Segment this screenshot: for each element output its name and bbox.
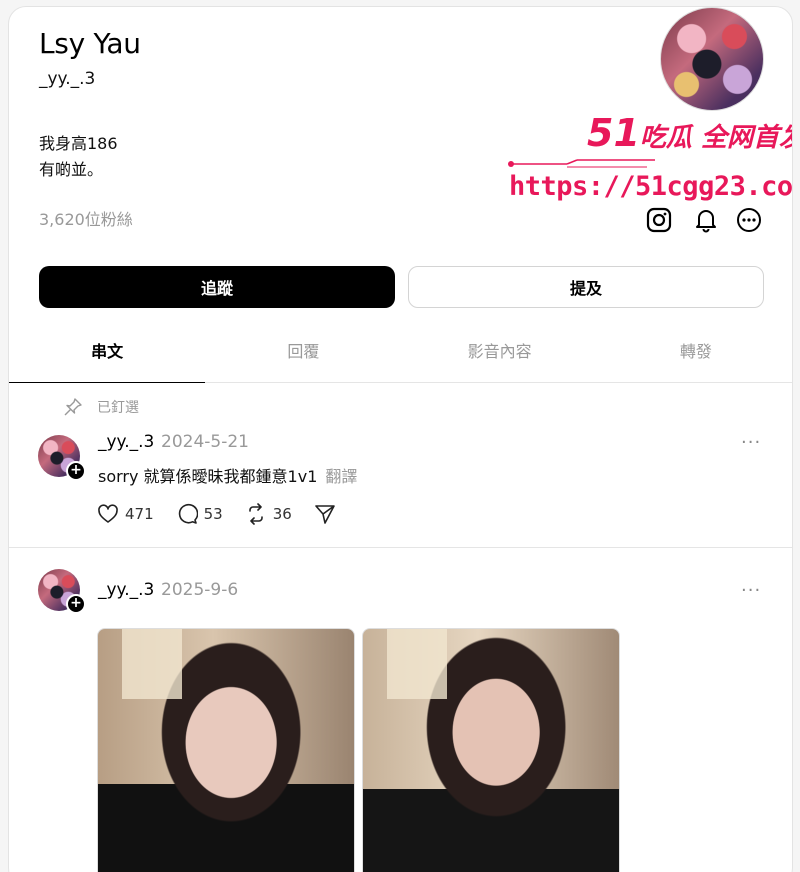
mention-button[interactable]: 提及 [408,266,764,308]
comment-button[interactable]: 53 [176,503,223,525]
repost-button[interactable]: 36 [245,503,292,525]
profile-card: Lsy Yau _yy._.3 我身高186 有啲並。 3,620位粉絲 51吃… [8,6,793,872]
instagram-icon[interactable] [646,207,672,233]
tab-media[interactable]: 影音內容 [402,327,598,382]
comment-icon [178,503,198,524]
post-photo[interactable] [362,628,620,872]
follower-count[interactable]: 3,620位粉絲 [39,206,133,230]
watermark-decoration [508,159,655,168]
post-actions: 471 53 36 [97,503,364,525]
follow-button[interactable]: 追蹤 [39,266,395,308]
bio-line: 有啲並。 [39,160,104,179]
share-button[interactable] [314,503,342,525]
post-more-icon[interactable]: ··· [741,432,761,453]
like-count: 471 [125,505,154,523]
repost-icon [248,503,263,525]
repost-count: 36 [272,505,292,523]
post-username[interactable]: _yy._.3 [98,432,154,452]
post-photo[interactable] [97,628,355,872]
like-button[interactable]: 471 [97,503,154,525]
photo-detail [387,629,447,699]
post-text: sorry 就算係曖昧我都鍾意1v1 翻譯 [98,463,357,487]
watermark-url: https://51cgg23.com [509,171,793,202]
post-body: sorry 就算係曖昧我都鍾意1v1 [98,467,318,486]
tab-reposts[interactable]: 轉發 [598,327,792,382]
comment-count: 53 [203,505,223,523]
tab-threads[interactable]: 串文 [9,327,206,383]
post-date[interactable]: 2024-5-21 [161,432,249,452]
pin-icon [64,398,82,416]
post-date[interactable]: 2025-9-6 [161,580,238,600]
bio: 我身高186 有啲並。 [39,131,118,183]
post-username[interactable]: _yy._.3 [98,580,154,600]
bell-icon[interactable] [693,207,719,233]
heart-icon [98,504,118,523]
follow-plus-icon[interactable]: + [66,594,86,614]
post-divider [9,547,792,548]
photo-detail [122,629,182,699]
send-icon [315,505,335,524]
display-name: Lsy Yau [39,27,141,60]
follow-plus-icon[interactable]: + [66,461,86,481]
profile-avatar[interactable] [660,7,764,111]
profile-tabs: 串文 回覆 影音內容 轉發 [9,327,792,383]
watermark-title: 51吃瓜 全网首发 [587,111,793,155]
username[interactable]: _yy._.3 [39,69,95,89]
more-options-icon[interactable] [736,207,762,233]
post-more-icon[interactable]: ··· [741,580,761,601]
translate-link[interactable]: 翻譯 [325,467,357,486]
pinned-indicator: 已釘選 [63,397,139,417]
tab-replies[interactable]: 回覆 [205,327,401,382]
pinned-label: 已釘選 [97,400,139,416]
bio-line: 我身高186 [39,134,118,153]
